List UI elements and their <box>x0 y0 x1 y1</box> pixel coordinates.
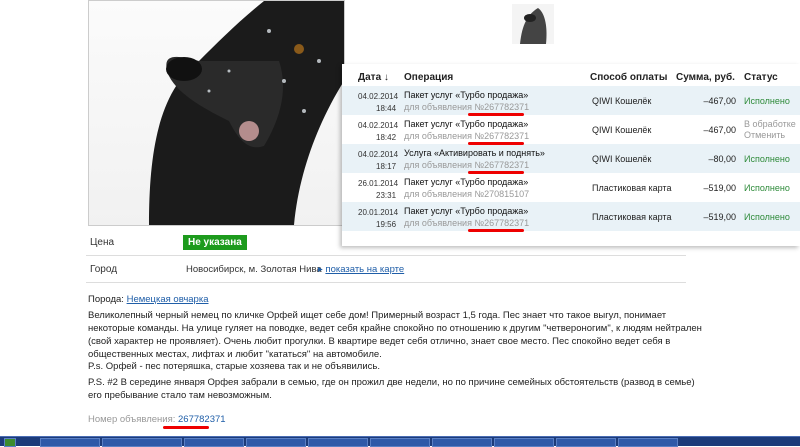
taskbar-item[interactable] <box>308 438 368 447</box>
row-payment: Пластиковая карта <box>592 212 672 222</box>
row-date: 04.02.2014 <box>358 150 399 159</box>
row-date: 26.01.2014 <box>358 179 399 188</box>
row-date: 04.02.2014 <box>358 121 399 130</box>
taskbar-item[interactable] <box>494 438 554 447</box>
map-link[interactable]: ▸ показать на карте <box>318 264 404 275</box>
breed-link[interactable]: Немецкая овчарка <box>127 294 209 305</box>
price-badge: Не указана <box>183 235 247 250</box>
row-ad-link[interactable]: для объявления №267782371 <box>404 102 529 112</box>
payment-history-overlay: Дата ↓ Операция Способ оплаты Сумма, руб… <box>342 64 800 246</box>
red-underline <box>468 142 524 145</box>
table-row: 04.02.2014 18:44 Пакет услуг «Турбо прод… <box>342 86 800 115</box>
row-ad-link[interactable]: для объявления №267782371 <box>404 131 529 141</box>
table-header: Дата ↓ Операция Способ оплаты Сумма, руб… <box>342 64 800 86</box>
taskbar-item[interactable] <box>102 438 182 447</box>
row-time: 19:56 <box>376 220 397 229</box>
row-ad-link[interactable]: для объявления №267782371 <box>404 160 529 170</box>
ad-number-line: Номер объявления: 267782371 <box>88 413 708 426</box>
red-underline <box>468 229 524 232</box>
description-p3: P.S. #2 В середине января Орфея забрали … <box>88 377 695 401</box>
dog-photo <box>149 1 344 225</box>
table-row: 04.02.2014 18:42 Пакет услуг «Турбо прод… <box>342 115 800 144</box>
row-time: 23:31 <box>376 191 397 200</box>
row-status: Исполнено <box>744 154 790 164</box>
row-payment: QIWI Кошелёк <box>592 154 652 164</box>
city-value: Новосибирск, м. Золотая Нива <box>186 264 322 275</box>
taskbar-item[interactable] <box>618 438 678 447</box>
row-sum: –467,00 <box>703 96 736 106</box>
taskbar-item[interactable] <box>556 438 616 447</box>
row-sum: –519,00 <box>703 212 736 222</box>
cancel-link[interactable]: Отменить <box>744 130 796 141</box>
red-underline <box>163 426 209 429</box>
row-time: 18:17 <box>376 162 397 171</box>
listing-photo[interactable] <box>88 0 345 226</box>
description-p2: P.s. Орфей - пес потеряшка, старые хозяе… <box>88 361 380 372</box>
ad-number: 267782371 <box>178 414 226 425</box>
description-p1: Великолепный черный немец по кличке Орфе… <box>88 310 702 360</box>
city-label: Город <box>90 264 118 275</box>
table-row: 04.02.2014 18:17 Услуга «Активировать и … <box>342 144 800 173</box>
row-status: Исполнено <box>744 212 790 222</box>
col-status: Статус <box>744 72 778 83</box>
row-date: 04.02.2014 <box>358 92 399 101</box>
taskbar-item[interactable] <box>184 438 244 447</box>
red-underline <box>468 113 524 116</box>
row-sum: –467,00 <box>703 125 736 135</box>
col-date[interactable]: Дата ↓ <box>358 72 389 83</box>
row-operation: Пакет услуг «Турбо продажа» <box>404 90 529 100</box>
row-status: Исполнено <box>744 96 790 106</box>
row-operation: Пакет услуг «Турбо продажа» <box>404 119 529 129</box>
divider <box>86 282 686 283</box>
row-payment: Пластиковая карта <box>592 183 672 193</box>
col-payment: Способ оплаты <box>590 72 668 83</box>
thumbnail-image <box>520 8 547 44</box>
row-status: В обработке Отменить <box>744 119 796 141</box>
taskbar-item[interactable] <box>432 438 492 447</box>
table-row: 26.01.2014 23:31 Пакет услуг «Турбо прод… <box>342 173 800 202</box>
col-operation: Операция <box>404 72 454 83</box>
start-button[interactable] <box>4 438 16 447</box>
price-label: Цена <box>90 237 115 248</box>
taskbar-item[interactable] <box>370 438 430 447</box>
divider <box>86 255 686 256</box>
row-payment: QIWI Кошелёк <box>592 96 652 106</box>
row-sum: –80,00 <box>708 154 736 164</box>
row-operation: Пакет услуг «Турбо продажа» <box>404 177 529 187</box>
row-operation: Пакет услуг «Турбо продажа» <box>404 206 529 216</box>
col-sum: Сумма, руб. <box>676 72 735 83</box>
row-time: 18:42 <box>376 133 397 142</box>
row-operation: Услуга «Активировать и поднять» <box>404 148 545 158</box>
row-date: 20.01.2014 <box>358 208 399 217</box>
breed-label: Порода: <box>88 294 124 305</box>
breed-line: Порода: Немецкая овчарка <box>88 293 708 306</box>
row-time: 18:44 <box>376 104 397 113</box>
row-status: Исполнено <box>744 183 790 193</box>
status-processing: В обработке <box>744 119 796 129</box>
red-underline <box>468 171 524 174</box>
row-sum: –519,00 <box>703 183 736 193</box>
table-row: 20.01.2014 19:56 Пакет услуг «Турбо прод… <box>342 202 800 231</box>
ad-number-label: Номер объявления: <box>88 414 176 425</box>
taskbar-item[interactable] <box>40 438 100 447</box>
taskbar-item[interactable] <box>246 438 306 447</box>
map-link-text[interactable]: показать на карте <box>325 264 404 275</box>
row-ad-link[interactable]: для объявления №267782371 <box>404 218 529 228</box>
row-ad-link[interactable]: для объявления №270815107 <box>404 189 529 199</box>
photo-thumbnail[interactable] <box>512 4 554 44</box>
row-payment: QIWI Кошелёк <box>592 125 652 135</box>
